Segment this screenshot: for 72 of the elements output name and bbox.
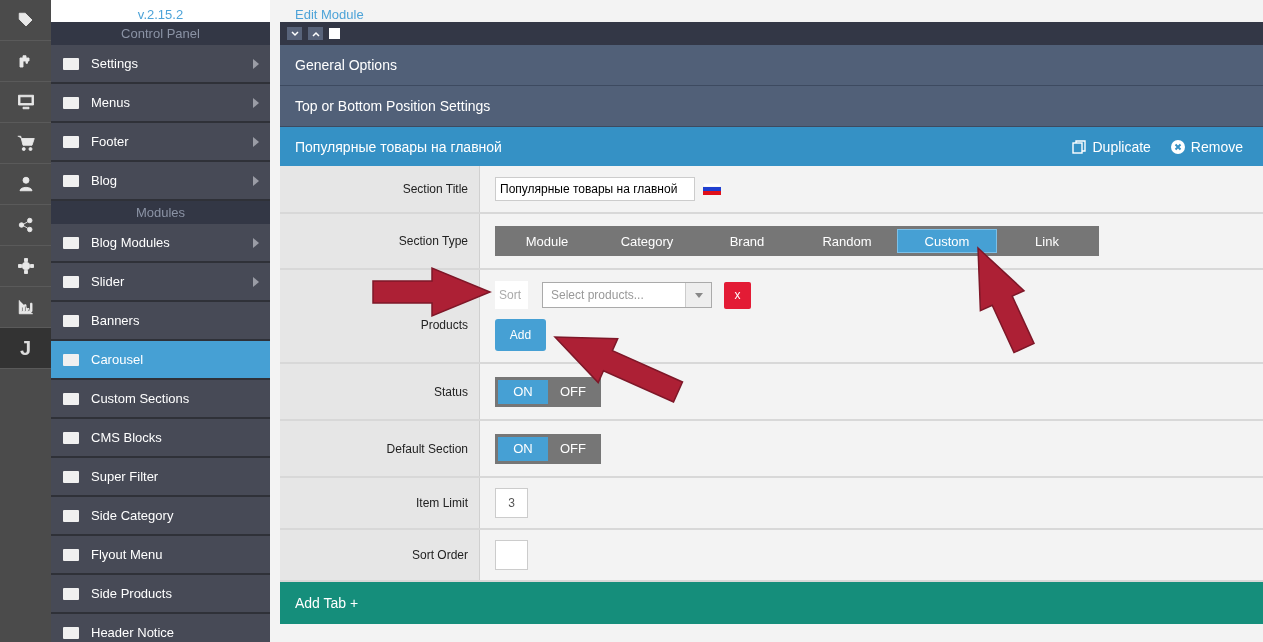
- rail-button[interactable]: J: [0, 328, 51, 369]
- duplicate-button[interactable]: Duplicate: [1072, 138, 1151, 155]
- nav-item[interactable]: Slider: [51, 263, 270, 302]
- field-label: Status: [433, 384, 468, 399]
- rail-icon: [16, 134, 35, 152]
- number-input[interactable]: 3: [495, 488, 528, 518]
- chevron-up-icon: [311, 30, 320, 37]
- type-option[interactable]: Category: [597, 229, 697, 253]
- nav-icon: [61, 390, 81, 407]
- rail-icon: [16, 216, 35, 234]
- rail-icon: [16, 93, 35, 111]
- panel-header[interactable]: General Options: [280, 45, 1263, 86]
- nav-icon: [61, 507, 81, 524]
- field-label: Default Section: [386, 441, 468, 456]
- nav-item[interactable]: Flyout Menu: [51, 536, 270, 575]
- collapse-button[interactable]: [287, 27, 302, 40]
- nav-icon: [61, 624, 81, 641]
- off-option[interactable]: OFF: [548, 379, 598, 404]
- nav-item[interactable]: Side Products: [51, 575, 270, 614]
- select-checkbox[interactable]: [329, 28, 340, 39]
- nav-icon: [61, 234, 81, 251]
- nav-icon: [61, 94, 81, 111]
- sort-input[interactable]: Sort: [495, 281, 528, 309]
- rail-icon: [16, 257, 35, 275]
- type-option[interactable]: Random: [797, 229, 897, 253]
- nav-item[interactable]: Footer: [51, 123, 270, 162]
- nav-icon: [61, 273, 81, 290]
- nav-item[interactable]: Custom Sections: [51, 380, 270, 419]
- nav-item[interactable]: Super Filter: [51, 458, 270, 497]
- nav-item[interactable]: CMS Blocks: [51, 419, 270, 458]
- dropdown-icon: [694, 292, 703, 298]
- panel-header[interactable]: Top or Bottom Position Settings: [280, 86, 1263, 127]
- rail-icon: [16, 11, 35, 29]
- field-label: Section Type: [398, 234, 468, 248]
- nav-icon: [61, 429, 81, 446]
- section-title: Популярные товары на главной: [295, 138, 503, 155]
- field-label: Item Limit: [416, 496, 468, 510]
- chevron-down-icon: [290, 30, 299, 37]
- remove-button[interactable]: Remove: [1170, 138, 1243, 155]
- off-option[interactable]: OFF: [548, 436, 598, 461]
- type-option[interactable]: Module: [497, 229, 597, 253]
- nav-icon: [61, 546, 81, 563]
- version-label: v.2.15.2: [137, 7, 184, 22]
- nav-icon: [61, 351, 81, 368]
- rail-icon: [16, 298, 35, 316]
- field-label: Products: [420, 318, 468, 332]
- nav-item[interactable]: Menus: [51, 84, 270, 123]
- nav-heading: Modules: [51, 201, 270, 224]
- field-label: Sort Order: [412, 548, 468, 562]
- nav-heading: Control Panel: [51, 22, 270, 45]
- nav-item[interactable]: Settings: [51, 45, 270, 84]
- nav-icon: [61, 312, 81, 329]
- nav-item[interactable]: Header Notice: [51, 614, 270, 642]
- rail-icon: [16, 175, 35, 193]
- nav-icon: [61, 55, 81, 72]
- nav-icon: [61, 133, 81, 150]
- title-input[interactable]: Популярные товары на главной: [495, 177, 695, 201]
- type-option[interactable]: Brand: [697, 229, 797, 253]
- flag-icon: [703, 183, 721, 195]
- field-label: Section Title: [402, 182, 468, 196]
- close-icon: [1170, 139, 1185, 154]
- remove-product-button[interactable]: x: [724, 281, 751, 309]
- number-input[interactable]: [495, 540, 528, 570]
- nav-icon: [61, 172, 81, 189]
- add-tab-bar[interactable]: Add Tab +: [280, 582, 1263, 624]
- type-option[interactable]: Link: [997, 229, 1097, 253]
- expand-button[interactable]: [308, 27, 323, 40]
- nav-icon: [61, 585, 81, 602]
- nav-item[interactable]: Blog Modules: [51, 224, 270, 263]
- nav-item[interactable]: Side Category: [51, 497, 270, 536]
- copy-icon: [1072, 139, 1087, 154]
- nav-icon: [61, 468, 81, 485]
